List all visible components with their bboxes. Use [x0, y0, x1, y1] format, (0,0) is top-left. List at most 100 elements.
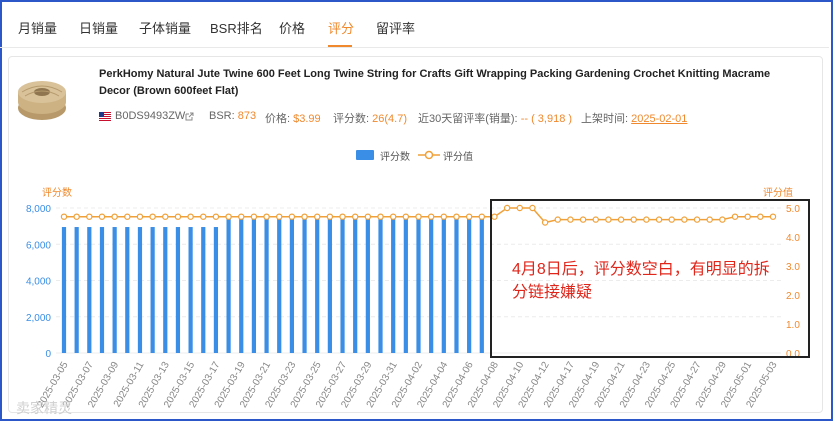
- bar: [353, 218, 358, 353]
- rating-point: [263, 213, 270, 220]
- bar: [441, 218, 446, 353]
- rating-point: [225, 213, 232, 220]
- rating-point: [187, 213, 194, 220]
- bar: [201, 227, 206, 353]
- rating-point: [415, 213, 422, 220]
- rating-point: [706, 216, 713, 223]
- bar: [429, 218, 434, 353]
- rating-point: [301, 213, 308, 220]
- rating-point: [149, 213, 156, 220]
- rating-point: [554, 216, 561, 223]
- rating-point: [630, 216, 637, 223]
- rating-point: [98, 213, 106, 220]
- bar: [289, 218, 294, 353]
- rating-point: [314, 213, 321, 220]
- y-right-tick-label: 5.0: [786, 204, 800, 215]
- bar: [378, 218, 383, 353]
- rating-point: [605, 216, 612, 223]
- rating-point: [174, 213, 182, 220]
- bar: [188, 227, 193, 353]
- bar: [112, 227, 117, 353]
- bar: [391, 218, 396, 353]
- rating-point: [86, 213, 93, 220]
- rating-point: [364, 213, 372, 220]
- y-left-tick-label: 0: [45, 349, 51, 360]
- rating-point: [427, 213, 435, 220]
- rating-point: [719, 216, 726, 223]
- rating-point: [567, 216, 574, 223]
- rating-chart: 02,0004,0006,0008,0000.01.02.03.04.05.0 …: [26, 186, 810, 410]
- rating-point: [402, 213, 410, 220]
- bar: [61, 227, 67, 353]
- rating-point: [288, 213, 296, 220]
- rating-point: [503, 204, 511, 212]
- rating-point: [643, 216, 650, 223]
- rating-point: [655, 216, 663, 223]
- rating-point: [769, 213, 777, 220]
- bar: [175, 227, 181, 353]
- y-right-tick-label: 4.0: [786, 233, 800, 244]
- rating-point: [681, 216, 688, 223]
- bar: [467, 218, 472, 353]
- rating-point: [757, 213, 764, 220]
- y-left-tick-label: 6,000: [26, 240, 51, 251]
- y-right-tick-label: 2.0: [786, 291, 800, 302]
- rating-point: [516, 204, 523, 212]
- rating-point: [465, 213, 473, 220]
- watermark: 卖家精灵: [16, 400, 72, 416]
- rating-point: [200, 213, 207, 220]
- rating-point: [731, 213, 739, 220]
- rating-point: [693, 216, 701, 223]
- rating-point: [377, 213, 384, 220]
- rating-point: [276, 213, 283, 220]
- rating-point: [529, 204, 536, 212]
- bar: [416, 218, 421, 353]
- rating-point: [136, 213, 144, 220]
- y-left-tick-label: 8,000: [26, 204, 51, 215]
- bar: [213, 227, 219, 353]
- rating-point: [162, 213, 169, 220]
- bar: [403, 218, 408, 353]
- rating-point: [389, 213, 397, 220]
- bar: [454, 218, 459, 353]
- rating-point: [212, 213, 220, 220]
- bar: [327, 218, 332, 353]
- rating-point: [111, 213, 118, 220]
- rating-point: [124, 213, 131, 220]
- rating-point: [541, 219, 549, 226]
- rating-point: [668, 216, 675, 223]
- rating-point: [326, 213, 334, 220]
- bar: [239, 218, 244, 353]
- bar: [74, 227, 79, 353]
- rating-point: [491, 213, 498, 220]
- bar: [87, 227, 92, 353]
- rating-point: [238, 213, 245, 220]
- annotation-text: 4月8日后，评分数空白，有明显的拆分链接嫌疑: [512, 261, 770, 301]
- rating-point: [579, 216, 587, 223]
- rating-point: [617, 216, 625, 223]
- bar: [226, 218, 231, 353]
- rating-point: [592, 216, 599, 223]
- rating-point: [250, 213, 258, 220]
- bar: [163, 227, 168, 353]
- bar: [277, 218, 282, 353]
- rating-point: [478, 213, 486, 220]
- rating-point: [60, 213, 68, 220]
- bar: [125, 227, 130, 353]
- bar: [137, 227, 143, 353]
- y-right-tick-label: 1.0: [786, 320, 800, 331]
- bar: [251, 218, 257, 353]
- y-left-tick-label: 2,000: [26, 313, 51, 324]
- rating-point: [351, 213, 359, 220]
- bar: [479, 218, 484, 353]
- bar: [340, 218, 345, 353]
- rating-point: [339, 213, 346, 220]
- bar: [99, 227, 105, 353]
- rating-point: [73, 213, 80, 220]
- y-left-tick-label: 4,000: [26, 277, 51, 288]
- y-right-tick-label: 0.0: [786, 349, 800, 360]
- bar: [150, 227, 155, 353]
- rating-point: [453, 213, 460, 220]
- rating-point: [744, 213, 751, 220]
- bar: [315, 218, 320, 353]
